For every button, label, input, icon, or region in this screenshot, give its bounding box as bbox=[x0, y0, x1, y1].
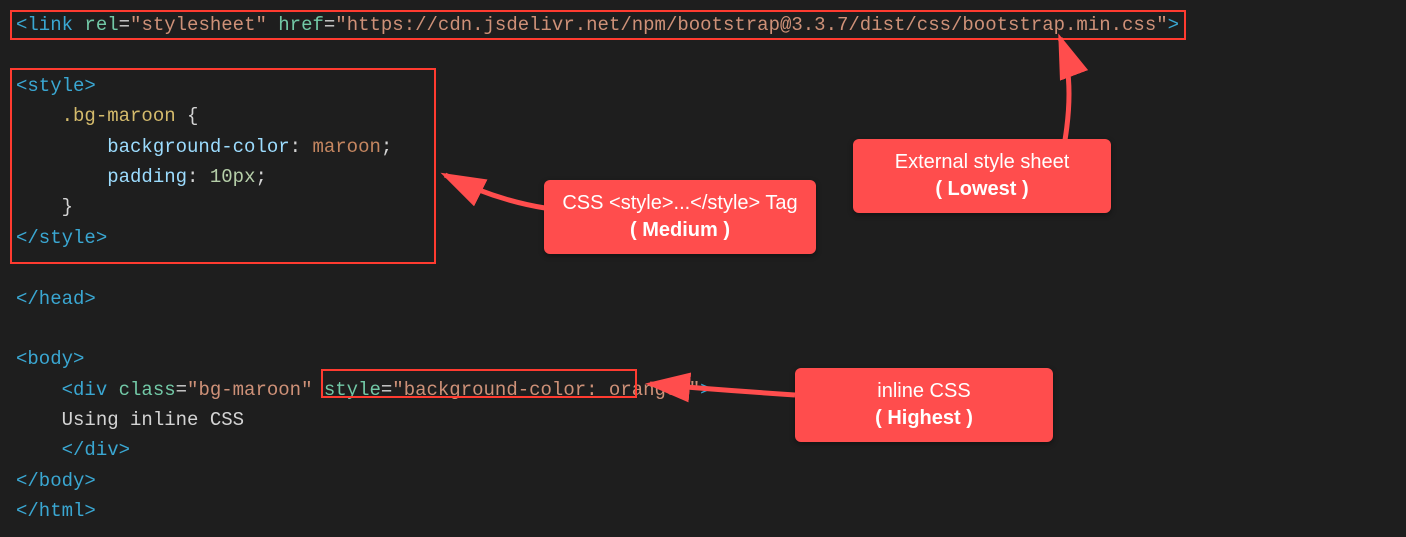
css-val-bg: maroon bbox=[312, 136, 380, 158]
tag-div-open: <div bbox=[62, 379, 108, 401]
val-href: "https://cdn.jsdelivr.net/npm/bootstrap@… bbox=[335, 14, 1167, 36]
callout-styletag-title: CSS <style>...</style> Tag bbox=[562, 190, 798, 217]
callout-external-sub: ( Lowest ) bbox=[871, 176, 1093, 203]
callout-inline-title: inline CSS bbox=[813, 378, 1035, 405]
brace-open: { bbox=[176, 105, 199, 127]
tag-div-close: </div> bbox=[62, 439, 130, 461]
callout-external-title: External style sheet bbox=[871, 149, 1093, 176]
tag-link-close: > bbox=[1168, 14, 1179, 36]
attr-style: style bbox=[324, 379, 381, 401]
tag-div-open-close: > bbox=[700, 379, 711, 401]
callout-styletag: CSS <style>...</style> Tag ( Medium ) bbox=[544, 180, 816, 254]
attr-class: class bbox=[119, 379, 176, 401]
attr-href: href bbox=[278, 14, 324, 36]
callout-inline: inline CSS ( Highest ) bbox=[795, 368, 1053, 442]
val-rel: "stylesheet" bbox=[130, 14, 267, 36]
tag-html-close: </html> bbox=[16, 500, 96, 522]
tag-body-close: </body> bbox=[16, 470, 96, 492]
div-text-content: Using inline CSS bbox=[62, 409, 244, 431]
callout-external: External style sheet ( Lowest ) bbox=[853, 139, 1111, 213]
callout-styletag-sub: ( Medium ) bbox=[562, 217, 798, 244]
css-prop-pad: padding bbox=[107, 166, 187, 188]
brace-close: } bbox=[62, 196, 73, 218]
val-class: "bg-maroon" bbox=[187, 379, 312, 401]
tag-body-open: <body> bbox=[16, 348, 84, 370]
css-prop-bg: background-color bbox=[107, 136, 289, 158]
code-editor: <link rel="stylesheet" href="https://cdn… bbox=[0, 0, 1406, 537]
val-style: "background-color: orange;" bbox=[392, 379, 700, 401]
tag-style-close: </style> bbox=[16, 227, 107, 249]
css-val-pad: 10px bbox=[210, 166, 256, 188]
tag-head-close: </head> bbox=[16, 288, 96, 310]
tag-style-open: <style> bbox=[16, 75, 96, 97]
callout-inline-sub: ( Highest ) bbox=[813, 405, 1035, 432]
attr-rel: rel bbox=[84, 14, 118, 36]
css-selector: .bg-maroon bbox=[62, 105, 176, 127]
tag-link-open: <link bbox=[16, 14, 73, 36]
